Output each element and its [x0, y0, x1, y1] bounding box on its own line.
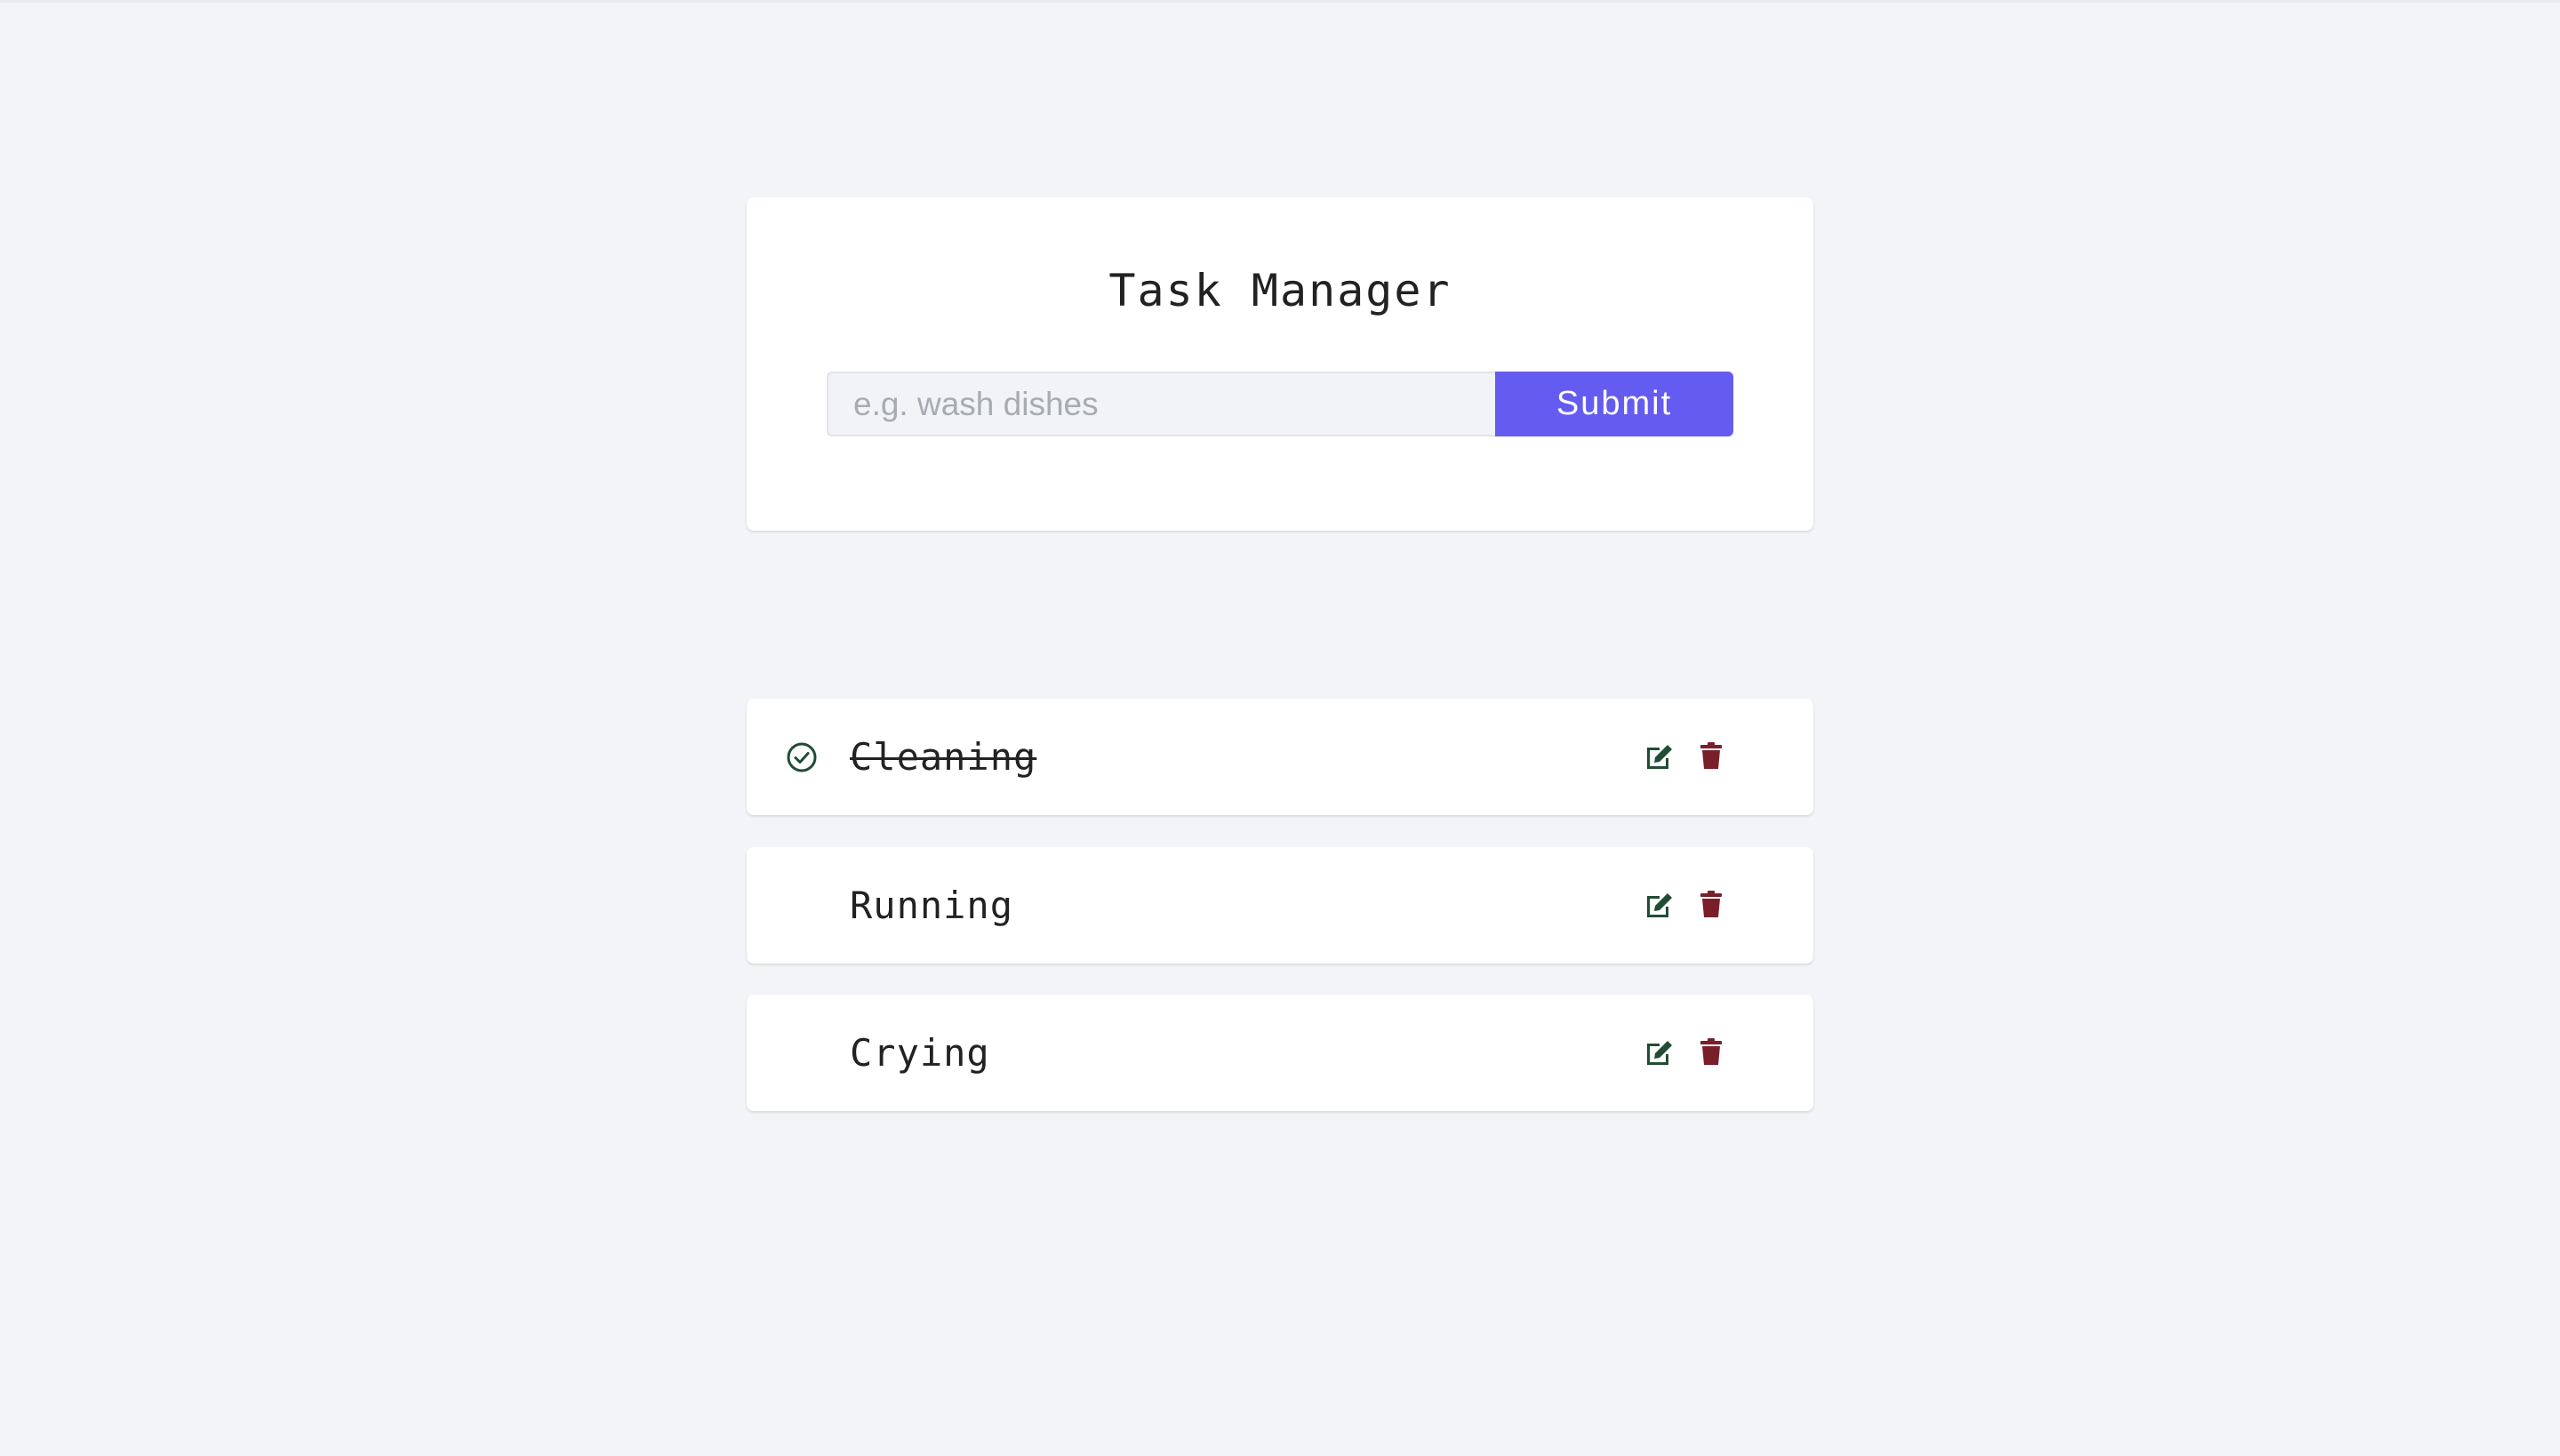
task-form: Submit — [827, 372, 1733, 436]
edit-icon[interactable] — [1644, 891, 1675, 919]
task-item: Running — [747, 847, 1813, 964]
task-name: Running — [850, 884, 1014, 927]
submit-button[interactable]: Submit — [1495, 372, 1733, 436]
page-title: Task Manager — [1108, 265, 1452, 316]
task-form-card: Task Manager Submit — [747, 197, 1813, 531]
task-name: Crying — [850, 1031, 990, 1075]
edit-icon[interactable] — [1644, 1038, 1675, 1067]
trash-icon[interactable] — [1700, 741, 1723, 770]
task-input[interactable] — [827, 372, 1495, 436]
task-name: Cleaning — [850, 735, 1037, 779]
edit-icon[interactable] — [1644, 742, 1675, 771]
task-item: Crying — [747, 995, 1813, 1111]
check-circle-icon[interactable] — [786, 741, 818, 773]
top-border — [0, 0, 2560, 3]
trash-icon[interactable] — [1700, 890, 1723, 918]
trash-icon[interactable] — [1700, 1037, 1723, 1066]
task-item: Cleaning — [747, 699, 1813, 815]
